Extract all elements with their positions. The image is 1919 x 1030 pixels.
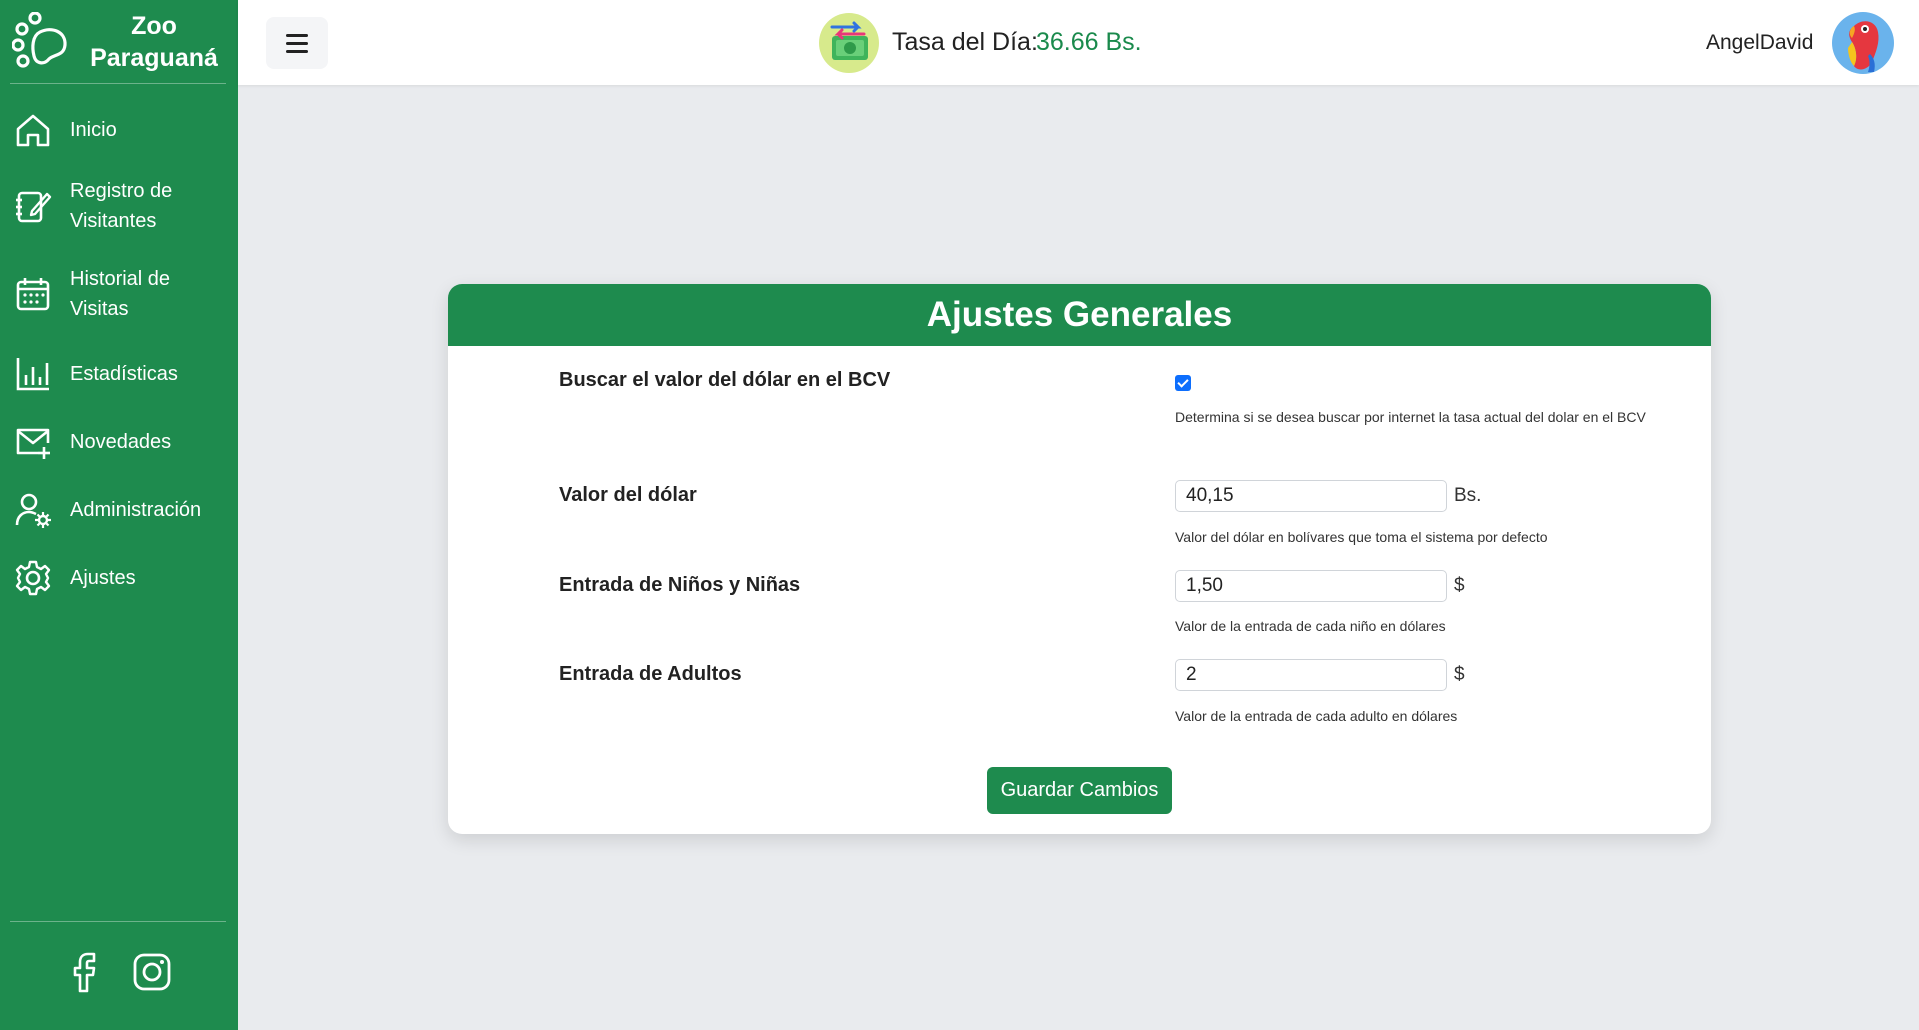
- home-icon: [16, 114, 50, 147]
- sidebar-item-ajustes[interactable]: Ajustes: [0, 558, 238, 598]
- bcv-checkbox[interactable]: [1175, 375, 1191, 391]
- brand[interactable]: Zoo Paraguaná: [0, 0, 238, 84]
- card-title: Ajustes Generales: [448, 284, 1711, 346]
- parrot-avatar-icon: [1848, 21, 1879, 72]
- sidebar-item-label: Administración: [70, 499, 202, 521]
- sidebar-item-administracion[interactable]: Administración: [0, 490, 238, 530]
- children-entry-help: Valor de la entrada de cada niño en dóla…: [1175, 618, 1446, 634]
- sidebar-divider: [10, 921, 226, 922]
- sidebar-item-inicio[interactable]: Inicio: [0, 110, 238, 150]
- avatar[interactable]: [1832, 12, 1894, 74]
- exchange-money-icon: [819, 13, 879, 73]
- bcv-label: Buscar el valor del dólar en el BCV: [559, 369, 891, 391]
- sidebar-item-label: Historial de Visitas: [70, 268, 171, 320]
- children-entry-unit: $: [1454, 575, 1465, 596]
- dollar-value-input[interactable]: 40,15: [1175, 480, 1447, 512]
- sidebar-divider: [10, 83, 226, 84]
- sidebar-item-estadisticas[interactable]: Estadísticas: [0, 354, 238, 394]
- bar-chart-icon: [16, 358, 49, 391]
- bcv-help: Determina si se desea buscar por interne…: [1175, 409, 1646, 425]
- dollar-unit: Bs.: [1454, 485, 1482, 506]
- adults-entry-label: Entrada de Adultos: [559, 663, 742, 685]
- gear-icon: [15, 560, 51, 596]
- username[interactable]: AngelDavid: [1706, 31, 1813, 55]
- adults-entry-help: Valor de la entrada de cada adulto en dó…: [1175, 708, 1458, 724]
- edit-notebook-icon: [16, 191, 52, 223]
- exchange-rate-value: 36.66 Bs.: [1036, 28, 1142, 56]
- user-gear-icon: [15, 493, 51, 528]
- settings-card: Ajustes Generales Buscar el valor del dó…: [448, 284, 1711, 834]
- sidebar-item-registro-visitantes[interactable]: Registro de Visitantes: [0, 176, 238, 236]
- instagram-icon[interactable]: [132, 950, 172, 994]
- sidebar-item-label: Ajustes: [70, 567, 136, 589]
- paw-logo-icon: [12, 12, 67, 68]
- children-entry-input[interactable]: 1,50: [1175, 570, 1447, 602]
- top-header: Tasa del Día: 36.66 Bs. AngelDavid: [238, 0, 1919, 85]
- adults-entry-unit: $: [1454, 664, 1465, 685]
- exchange-rate-label: Tasa del Día:: [892, 28, 1038, 56]
- sidebar-item-label: Inicio: [70, 119, 117, 141]
- children-entry-label: Entrada de Niños y Niñas: [559, 574, 801, 596]
- sidebar-item-label: Novedades: [70, 431, 172, 453]
- sidebar-item-label: Estadísticas: [70, 363, 178, 385]
- calendar-icon: [16, 278, 50, 311]
- facebook-icon[interactable]: [64, 950, 104, 994]
- sidebar-item-historial-visitas[interactable]: Historial de Visitas: [0, 264, 238, 324]
- menu-toggle-button[interactable]: [266, 17, 328, 69]
- save-changes-button[interactable]: Guardar Cambios: [987, 767, 1172, 814]
- sidebar-item-novedades[interactable]: Novedades: [0, 422, 238, 462]
- dollar-label: Valor del dólar: [559, 484, 697, 506]
- brand-name: Zoo Paraguaná: [90, 12, 218, 72]
- dollar-help: Valor del dólar en bolívares que toma el…: [1175, 529, 1548, 545]
- sidebar: Zoo Paraguaná Inicio Registro de Visitan…: [0, 0, 238, 1030]
- sidebar-item-label: Registro de Visitantes: [70, 180, 173, 232]
- mail-plus-icon: [16, 428, 50, 459]
- adults-entry-input[interactable]: 2: [1175, 659, 1447, 691]
